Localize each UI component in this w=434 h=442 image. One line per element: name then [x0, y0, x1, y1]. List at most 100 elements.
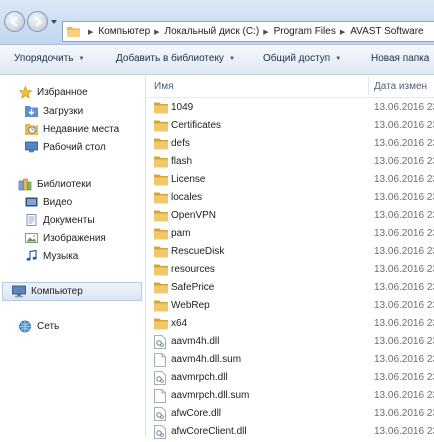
folder-icon [154, 209, 168, 223]
dll-file-icon [154, 371, 168, 385]
chevron-down-icon: ▼ [78, 55, 85, 62]
column-divider[interactable] [368, 77, 369, 95]
file-date: 13.06.2016 23 [374, 228, 434, 239]
organize-button[interactable]: Упорядочить ▼ [14, 53, 84, 64]
column-name[interactable]: Имя [154, 81, 173, 92]
file-name: afwCore.dll [171, 408, 222, 419]
breadcrumb-arrow-icon[interactable]: ▶ [88, 28, 93, 36]
forward-button[interactable] [27, 11, 48, 32]
file-date: 13.06.2016 23 [374, 174, 434, 185]
nav-downloads[interactable]: Загрузки [24, 103, 83, 119]
file-row[interactable]: afwCoreClient.dll 13.06.2016 23 [146, 423, 434, 441]
documents-icon [24, 213, 38, 227]
file-row[interactable]: RescueDisk 13.06.2016 23 [146, 243, 434, 261]
file-name: RescueDisk [171, 246, 225, 257]
file-name: pam [171, 228, 191, 239]
add-to-library-label: Добавить в библиотеку [116, 53, 224, 64]
file-date: 13.06.2016 23 [374, 300, 434, 311]
nav-computer-label: Компьютер [31, 286, 83, 297]
breadcrumb-local-disk[interactable]: Локальный диск (C:) [165, 26, 260, 37]
file-row[interactable]: Certificates 13.06.2016 23 [146, 117, 434, 135]
file-row[interactable]: pam 13.06.2016 23 [146, 225, 434, 243]
back-arrow-icon [9, 16, 18, 27]
file-row[interactable]: OpenVPN 13.06.2016 23 [146, 207, 434, 225]
folder-icon [154, 245, 168, 259]
file-row[interactable]: locales 13.06.2016 23 [146, 189, 434, 207]
back-button[interactable] [4, 11, 25, 32]
file-row[interactable]: WebRep 13.06.2016 23 [146, 297, 434, 315]
file-date: 13.06.2016 23 [374, 120, 434, 131]
file-row[interactable]: defs 13.06.2016 23 [146, 135, 434, 153]
file-name: aavmrpch.dll [171, 372, 228, 383]
breadcrumb-arrow-icon[interactable]: ▶ [340, 28, 345, 36]
file-name: flash [171, 156, 193, 167]
file-row[interactable]: afwCore.dll 13.06.2016 23 [146, 405, 434, 423]
command-bar: Упорядочить ▼ Добавить в библиотеку ▼ Общи… [0, 45, 434, 75]
folder-icon [154, 101, 168, 115]
file-row[interactable]: License 13.06.2016 23 [146, 171, 434, 189]
nav-favorites-label: Избранное [37, 86, 88, 98]
folder-icon [154, 281, 168, 295]
nav-documents[interactable]: Документы [24, 212, 95, 228]
nav-images[interactable]: Изображения [24, 230, 106, 246]
breadcrumb-computer[interactable]: Компьютер [98, 26, 150, 37]
file-name: aavmrpch.dll.sum [171, 390, 250, 401]
file-name: aavm4h.dll.sum [171, 354, 242, 365]
nav-libraries-label: Библиотеки [37, 178, 92, 190]
share-button[interactable]: Общий доступ ▼ [263, 53, 341, 64]
file-row[interactable]: x64 13.06.2016 23 [146, 315, 434, 333]
star-icon [18, 85, 32, 99]
file-list: Имя Дата измен 1049 13.06.2016 23 Certific… [146, 75, 434, 439]
nav-video[interactable]: Видео [24, 194, 72, 210]
file-row[interactable]: aavm4h.dll.sum 13.06.2016 23 [146, 351, 434, 369]
file-row[interactable]: SafePrice 13.06.2016 23 [146, 279, 434, 297]
file-date: 13.06.2016 23 [374, 408, 434, 419]
file-date: 13.06.2016 23 [374, 336, 434, 347]
nav-recent-label: Недавние места [43, 123, 120, 135]
file-date: 13.06.2016 23 [374, 246, 434, 257]
file-name: Certificates [171, 120, 222, 131]
file-row[interactable]: aavmrpch.dll 13.06.2016 23 [146, 369, 434, 387]
file-date: 13.06.2016 23 [374, 426, 434, 437]
nav-network[interactable]: Сеть [18, 318, 59, 334]
organize-label: Упорядочить [14, 53, 74, 64]
folder-icon [154, 173, 168, 187]
recent-pages-dropdown-icon[interactable] [50, 18, 58, 26]
add-to-library-button[interactable]: Добавить в библиотеку ▼ [116, 53, 235, 64]
column-date[interactable]: Дата измен [374, 81, 427, 92]
breadcrumb-program-files[interactable]: Program Files [274, 26, 336, 37]
file-name: SafePrice [171, 282, 215, 293]
breadcrumb: ▶ Компьютер ▶ Локальный диск (C:) ▶ Prog… [84, 26, 424, 37]
folder-icon [154, 299, 168, 313]
nav-documents-label: Документы [43, 214, 95, 226]
share-label: Общий доступ [263, 53, 331, 64]
nav-computer[interactable]: Компьютер [2, 282, 142, 301]
forward-arrow-icon [34, 16, 43, 27]
breadcrumb-avast-software[interactable]: AVAST Software [350, 26, 423, 37]
file-row[interactable]: 1049 13.06.2016 23 [146, 99, 434, 117]
new-folder-button[interactable]: Новая папка [371, 53, 429, 64]
nav-favorites[interactable]: Избранное [18, 84, 88, 100]
video-icon [24, 195, 38, 209]
file-name: locales [171, 192, 203, 203]
nav-libraries[interactable]: Библиотеки [18, 176, 91, 192]
file-date: 13.06.2016 23 [374, 192, 434, 203]
navigation-pane: Избранное Загрузки Недавние места Рабочи… [0, 75, 146, 437]
file-row[interactable]: aavmrpch.dll.sum 13.06.2016 23 [146, 387, 434, 405]
folder-icon [154, 155, 168, 169]
address-field[interactable]: ▶ Компьютер ▶ Локальный диск (C:) ▶ Prog… [62, 21, 434, 42]
file-row[interactable]: resources 13.06.2016 23 [146, 261, 434, 279]
folder-icon [154, 317, 168, 331]
column-header: Имя Дата измен [146, 75, 434, 98]
file-row[interactable]: aavm4h.dll 13.06.2016 23 [146, 333, 434, 351]
breadcrumb-arrow-icon[interactable]: ▶ [263, 28, 268, 36]
nav-desktop[interactable]: Рабочий стол [24, 139, 106, 155]
folder-icon [154, 119, 168, 133]
file-row[interactable]: flash 13.06.2016 23 [146, 153, 434, 171]
breadcrumb-arrow-icon[interactable]: ▶ [154, 28, 159, 36]
file-date: 13.06.2016 23 [374, 156, 434, 167]
nav-music[interactable]: Музыка [24, 248, 78, 264]
nav-desktop-label: Рабочий стол [43, 141, 106, 153]
nav-recent-places[interactable]: Недавние места [24, 121, 119, 137]
dll-file-icon [154, 335, 168, 349]
